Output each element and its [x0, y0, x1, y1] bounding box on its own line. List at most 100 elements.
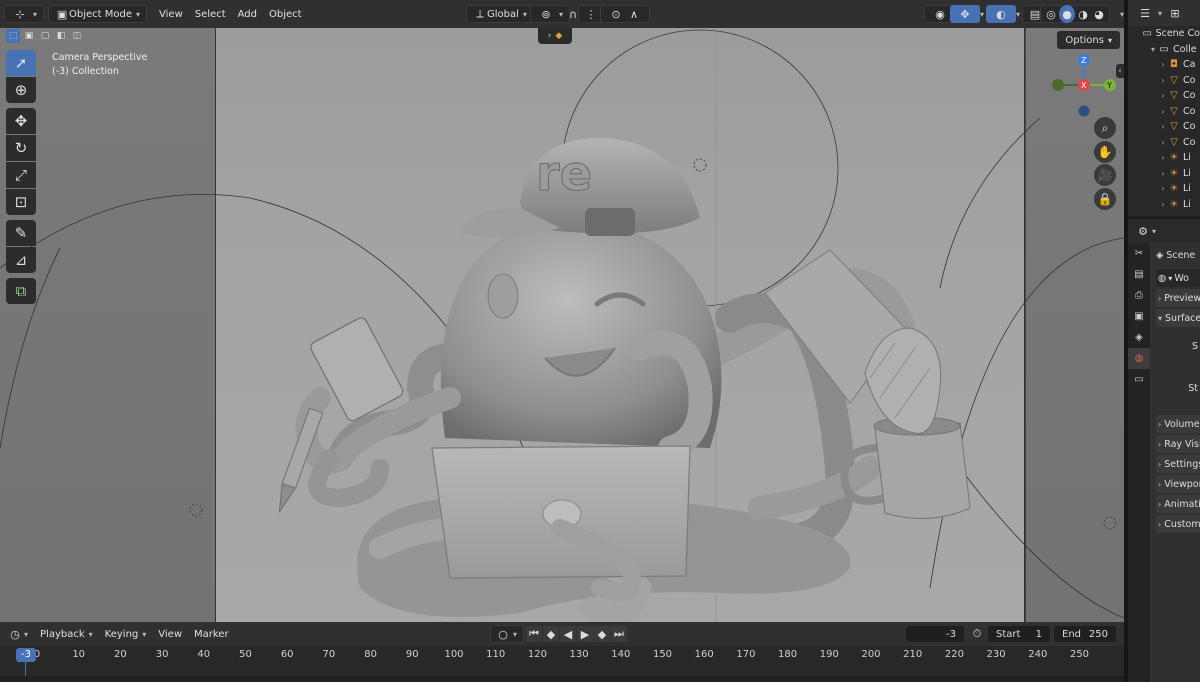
panel-settings[interactable]: › Settings — [1156, 455, 1200, 473]
expand-chevron-icon[interactable]: › — [1158, 153, 1168, 162]
material-shading-icon[interactable]: ◑ — [1075, 5, 1091, 23]
outliner-object-row[interactable]: › ▽ Co — [1128, 104, 1200, 120]
expand-chevron-icon[interactable]: › — [1158, 138, 1168, 147]
outliner-object-row[interactable]: › ☀ Li — [1128, 197, 1200, 213]
world-tab[interactable]: ◍ — [1128, 348, 1150, 369]
jump-end-icon[interactable]: ⏭ — [611, 626, 627, 642]
outliner-object-row[interactable]: › ☀ Li — [1128, 150, 1200, 166]
play-icon[interactable]: ▶ — [577, 626, 593, 642]
measure-tool[interactable]: ⊿ — [6, 247, 36, 273]
neg-z-axis-handle[interactable] — [1078, 105, 1090, 117]
expand-chevron-icon[interactable]: › — [1158, 200, 1168, 209]
select-new-icon[interactable]: ⬚ — [6, 29, 20, 43]
3d-viewport[interactable]: re › ◆ Camera Perspective (-3) Collection… — [0, 28, 1124, 622]
outliner-object-row[interactable]: › ◘ Ca — [1128, 57, 1200, 73]
proportional-edit-button[interactable]: ⊙ ∧ — [600, 5, 650, 23]
stopwatch-icon[interactable]: ⏱ — [968, 625, 986, 643]
menu-view[interactable]: View — [153, 5, 189, 23]
tool-tab[interactable]: ✂ — [1128, 243, 1150, 264]
outliner-editor-icon[interactable]: ☰ — [1136, 4, 1154, 22]
expand-chevron-icon[interactable]: › — [1158, 60, 1168, 69]
menu-playback[interactable]: Playback ▾ — [34, 625, 99, 643]
panel-viewport-display[interactable]: ›Viewport — [1156, 475, 1200, 493]
panel-ray-visibility[interactable]: › Ray Visi — [1156, 435, 1200, 453]
jump-start-icon[interactable]: ⏮ — [526, 626, 542, 642]
menu-select[interactable]: Select — [189, 5, 232, 23]
transform-tool[interactable]: ⊡ — [6, 189, 36, 215]
expand-chevron-icon[interactable]: › — [1158, 169, 1168, 178]
options-button[interactable]: Options ▾ — [1057, 31, 1120, 49]
menu-add[interactable]: Add — [232, 5, 263, 23]
menu-marker[interactable]: Marker — [188, 625, 235, 643]
timeline-tick-label: 60 — [280, 649, 294, 660]
render-tab[interactable]: ▤ — [1128, 264, 1150, 285]
scale-tool[interactable]: ⤢ — [6, 162, 36, 188]
expand-chevron-icon[interactable]: › — [1158, 122, 1168, 131]
shading-modes[interactable]: ◎ ● ◑ ◕ — [1040, 5, 1110, 23]
move-tool[interactable]: ✥ — [6, 108, 36, 134]
wireframe-shading-icon[interactable]: ◎ — [1043, 5, 1059, 23]
collection-tab[interactable]: ▭ — [1128, 369, 1150, 390]
menu-timeline-view[interactable]: View — [152, 625, 188, 643]
outliner-scene-row[interactable]: ▭ Scene Co — [1128, 26, 1200, 42]
world-selector[interactable]: ◍ ▾ Wo — [1156, 269, 1200, 287]
select-subtract-icon[interactable]: ▢ — [38, 29, 52, 43]
select-box-tool[interactable]: ➚ — [6, 50, 36, 76]
panel-animation[interactable]: › Animati — [1156, 495, 1200, 513]
asset-shelf-toggle[interactable]: › ◆ — [538, 28, 572, 44]
neg-y-axis-handle[interactable] — [1052, 79, 1064, 91]
panel-custom-properties[interactable]: › Custom — [1156, 515, 1200, 533]
expand-chevron-icon[interactable]: › — [1158, 76, 1168, 85]
zoom-button[interactable]: ⌕ — [1094, 117, 1116, 139]
current-frame-indicator[interactable]: -3 — [16, 648, 36, 662]
prev-keyframe-icon[interactable]: ◆ — [543, 626, 559, 642]
expand-chevron-icon[interactable]: › — [1158, 184, 1168, 193]
current-frame-field[interactable]: -3 — [906, 626, 964, 642]
start-frame-field[interactable]: Start 1 — [988, 626, 1050, 642]
next-keyframe-icon[interactable]: ◆ — [594, 626, 610, 642]
camera-view-button[interactable]: 🎥 — [1094, 164, 1116, 186]
editor-type-button[interactable]: ⊹ ▾ — [4, 5, 45, 23]
panel-preview[interactable]: › Preview — [1156, 289, 1200, 307]
outliner-collection-row[interactable]: ▾ ▭ Colle — [1128, 42, 1200, 58]
expand-chevron-icon[interactable]: › — [1158, 91, 1168, 100]
end-frame-field[interactable]: End 250 — [1054, 626, 1116, 642]
outliner-object-row[interactable]: › ▽ Co — [1128, 119, 1200, 135]
properties-editor-icon[interactable]: ⚙ — [1134, 222, 1152, 240]
pan-button[interactable]: ✋ — [1094, 141, 1116, 163]
outliner-object-row[interactable]: › ☀ Li — [1128, 181, 1200, 197]
output-tab[interactable]: ⎙ — [1128, 285, 1150, 306]
object-mode-icon: ▣ — [56, 7, 68, 21]
select-extend-icon[interactable]: ▣ — [22, 29, 36, 43]
world-globe-icon: ◍ — [1134, 353, 1144, 364]
timeline-editor-icon[interactable]: ◷ — [6, 625, 24, 643]
transform-orientation-selector[interactable]: ⟂ Global ▾ — [466, 5, 534, 23]
outliner-object-row[interactable]: › ▽ Co — [1128, 88, 1200, 104]
outliner-object-row[interactable]: › ▽ Co — [1128, 73, 1200, 89]
expand-chevron-icon[interactable]: › — [1158, 107, 1168, 116]
menu-object[interactable]: Object — [263, 5, 308, 23]
rendered-shading-icon[interactable]: ◕ — [1091, 5, 1107, 23]
view-layer-tab[interactable]: ▣ — [1128, 306, 1150, 327]
cursor-tool[interactable]: ⊕ — [6, 77, 36, 103]
rotate-tool[interactable]: ↻ — [6, 135, 36, 161]
timeline-tick-label: 220 — [944, 649, 964, 660]
sidebar-toggle[interactable]: ‹ — [1116, 64, 1124, 78]
outliner-object-row[interactable]: › ▽ Co — [1128, 135, 1200, 151]
navigation-gizmo[interactable]: Z Y X — [1046, 50, 1122, 126]
mode-selector[interactable]: ▣ Object Mode ▾ — [48, 5, 148, 23]
solid-shading-icon[interactable]: ● — [1059, 5, 1075, 23]
panel-volume[interactable]: › Volume — [1156, 415, 1200, 433]
select-invert-icon[interactable]: ◧ — [54, 29, 68, 43]
autokey-toggle[interactable]: ○ ▾ — [490, 625, 525, 643]
panel-surface[interactable]: ▾ Surface — [1156, 309, 1200, 327]
add-cube-tool[interactable]: ⧉ — [6, 278, 36, 304]
scene-tab[interactable]: ◈ — [1128, 327, 1150, 348]
menu-keying[interactable]: Keying ▾ — [99, 625, 153, 643]
select-intersect-icon[interactable]: ◫ — [70, 29, 84, 43]
lock-camera-button[interactable]: 🔒 — [1094, 188, 1116, 210]
outliner-object-row[interactable]: › ☀ Li — [1128, 166, 1200, 182]
play-reverse-icon[interactable]: ◀ — [560, 626, 576, 642]
outliner-filter-icon[interactable]: ⊞ — [1166, 4, 1184, 22]
annotate-tool[interactable]: ✎ — [6, 220, 36, 246]
